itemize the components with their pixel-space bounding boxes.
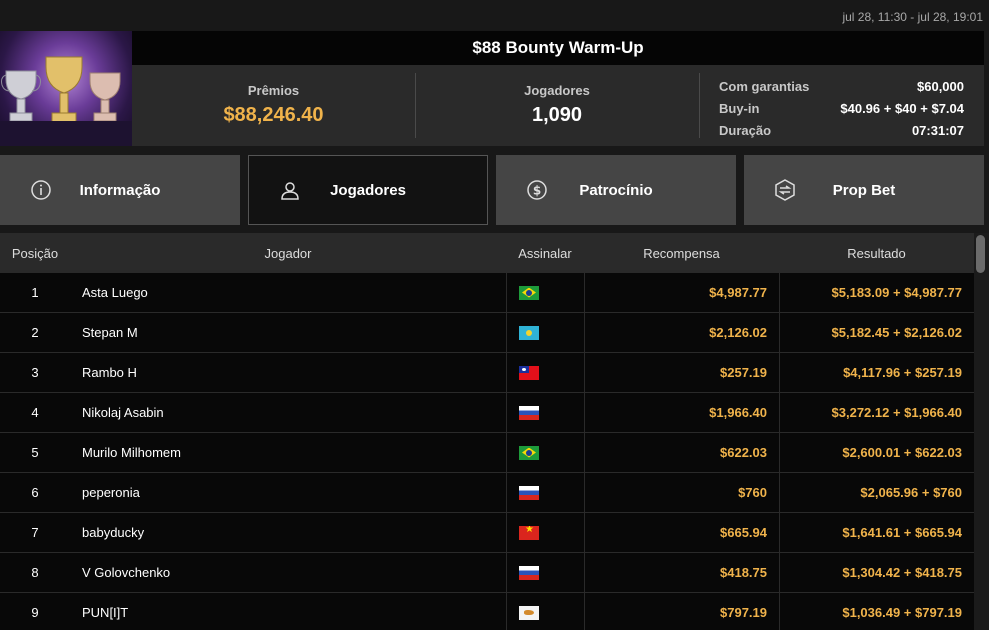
header-position[interactable]: Posição	[0, 246, 70, 261]
players-value: 1,090	[531, 104, 583, 126]
table-row[interactable]: 8 V Golovchenko $418.75 $1,304.42 + $418.75	[0, 553, 974, 593]
row-result: $2,600.01 + $622.03	[779, 433, 974, 472]
table-row[interactable]: 3 Rambo H $257.19 $4,117.96 + $257.19	[0, 353, 974, 393]
row-player-name[interactable]: PUN[I]T	[70, 605, 506, 620]
row-position: 9	[31, 605, 39, 620]
row-player-name[interactable]: Nikolaj Asabin	[70, 405, 506, 420]
tab-patrocinio[interactable]: $ Patrocínio	[496, 155, 736, 225]
row-flag	[506, 393, 584, 432]
row-position: 2	[31, 325, 39, 340]
flag-br-icon	[519, 445, 539, 460]
dollar-coin-icon: $	[527, 180, 547, 200]
flag-ru-icon	[519, 565, 539, 580]
row-result: $1,641.61 + $665.94	[779, 513, 974, 552]
flag-tw-icon	[519, 365, 539, 380]
row-player-name[interactable]: V Golovchenko	[70, 565, 506, 580]
row-result: $4,117.96 + $257.19	[779, 353, 974, 392]
tournament-header: $88 Bounty Warm-Up Prêmios $88,246.40 Jo…	[0, 31, 984, 146]
table-row[interactable]: 2 Stepan M $2,126.02 $5,182.45 + $2,126.02	[0, 313, 974, 353]
prize-stat: Prêmios $88,246.40	[132, 65, 415, 146]
row-flag	[506, 273, 584, 312]
players-table: Posição Jogador Assinalar Recompensa Res…	[0, 233, 974, 630]
header-reward[interactable]: Recompensa	[584, 233, 779, 273]
row-player-name[interactable]: Stepan M	[70, 325, 506, 340]
row-player-name[interactable]: Rambo H	[70, 365, 506, 380]
tab-jogadores[interactable]: Jogadores	[248, 155, 488, 225]
divider	[699, 73, 700, 138]
info-icon	[31, 180, 51, 200]
user-icon	[281, 182, 299, 200]
row-reward: $665.94	[584, 513, 779, 552]
row-position: 3	[31, 365, 39, 380]
prize-label: Prêmios	[247, 83, 300, 98]
detail-duration: Duração 07:31:07	[719, 122, 964, 138]
row-position: 7	[31, 525, 39, 540]
table-header: Posição Jogador Assinalar Recompensa Res…	[0, 233, 974, 273]
row-reward: $797.19	[584, 593, 779, 630]
row-reward: $1,966.40	[584, 393, 779, 432]
header-result[interactable]: Resultado	[779, 233, 974, 273]
row-result: $1,036.49 + $797.19	[779, 593, 974, 630]
row-reward: $4,987.77	[584, 273, 779, 312]
row-position: 8	[31, 565, 39, 580]
row-position: 4	[31, 405, 39, 420]
tournament-details: Com garantias $60,000 Buy-in $40.96 + $4…	[719, 75, 964, 141]
tab-bar: Informação Jogadores $ Patrocínio Prop B…	[0, 155, 984, 225]
row-reward: $622.03	[584, 433, 779, 472]
row-reward: $257.19	[584, 353, 779, 392]
trophy-image	[0, 31, 132, 146]
row-result: $5,182.45 + $2,126.02	[779, 313, 974, 352]
flag-ru-icon	[519, 485, 539, 500]
row-player-name[interactable]: Murilo Milhomem	[70, 445, 506, 460]
prop-bet-icon	[775, 179, 795, 201]
table-row[interactable]: 9 PUN[I]T $797.19 $1,036.49 + $797.19	[0, 593, 974, 630]
row-result: $2,065.96 + $760	[779, 473, 974, 512]
scrollbar[interactable]	[974, 233, 989, 630]
row-result: $3,272.12 + $1,966.40	[779, 393, 974, 432]
prize-value: $88,246.40	[223, 104, 324, 126]
row-player-name[interactable]: Asta Luego	[70, 285, 506, 300]
table-row[interactable]: 6 peperonia $760 $2,065.96 + $760	[0, 473, 974, 513]
row-flag	[506, 553, 584, 592]
tournament-title: $88 Bounty Warm-Up	[132, 31, 984, 65]
flag-cy-icon	[519, 605, 539, 620]
detail-guarantee: Com garantias $60,000	[719, 78, 964, 94]
players-label: Jogadores	[524, 83, 590, 98]
row-reward: $2,126.02	[584, 313, 779, 352]
row-result: $1,304.42 + $418.75	[779, 553, 974, 592]
header-player[interactable]: Jogador	[70, 246, 506, 261]
row-result: $5,183.09 + $4,987.77	[779, 273, 974, 312]
detail-buyin: Buy-in $40.96 + $40 + $7.04	[719, 100, 964, 116]
header-flag[interactable]: Assinalar	[506, 233, 584, 273]
table-row[interactable]: 1 Asta Luego $4,987.77 $5,183.09 + $4,987.7…	[0, 273, 974, 313]
tournament-stats: Prêmios $88,246.40 Jogadores 1,090 Com g…	[132, 65, 984, 146]
row-player-name[interactable]: peperonia	[70, 485, 506, 500]
svg-text:$: $	[533, 184, 541, 198]
date-range: jul 28, 11:30 - jul 28, 19:01	[842, 10, 983, 24]
flag-kz-icon	[519, 325, 539, 340]
table-row[interactable]: 5 Murilo Milhomem $622.03 $2,600.01 + $622.…	[0, 433, 974, 473]
scrollbar-thumb[interactable]	[976, 235, 985, 273]
row-flag	[506, 313, 584, 352]
row-flag	[506, 353, 584, 392]
tab-prop-bet[interactable]: Prop Bet	[744, 155, 984, 225]
row-flag	[506, 433, 584, 472]
table-row[interactable]: 7 babyducky $665.94$1,641.61 + $665.94	[0, 513, 974, 553]
flag-ru-icon	[519, 405, 539, 420]
players-stat: Jogadores 1,090	[416, 65, 698, 146]
row-position: 1	[31, 285, 39, 300]
row-flag	[506, 513, 584, 552]
table-row[interactable]: 4 Nikolaj Asabin $1,966.40 $3,272.12 + $1,9…	[0, 393, 974, 433]
tab-informacao[interactable]: Informação	[0, 155, 240, 225]
row-player-name[interactable]: babyducky	[70, 525, 506, 540]
row-flag	[506, 593, 584, 630]
row-flag	[506, 473, 584, 512]
row-reward: $418.75	[584, 553, 779, 592]
row-position: 5	[31, 445, 39, 460]
row-reward: $760	[584, 473, 779, 512]
flag-vn-icon	[519, 525, 539, 540]
row-position: 6	[31, 485, 39, 500]
flag-br-icon	[519, 285, 539, 300]
